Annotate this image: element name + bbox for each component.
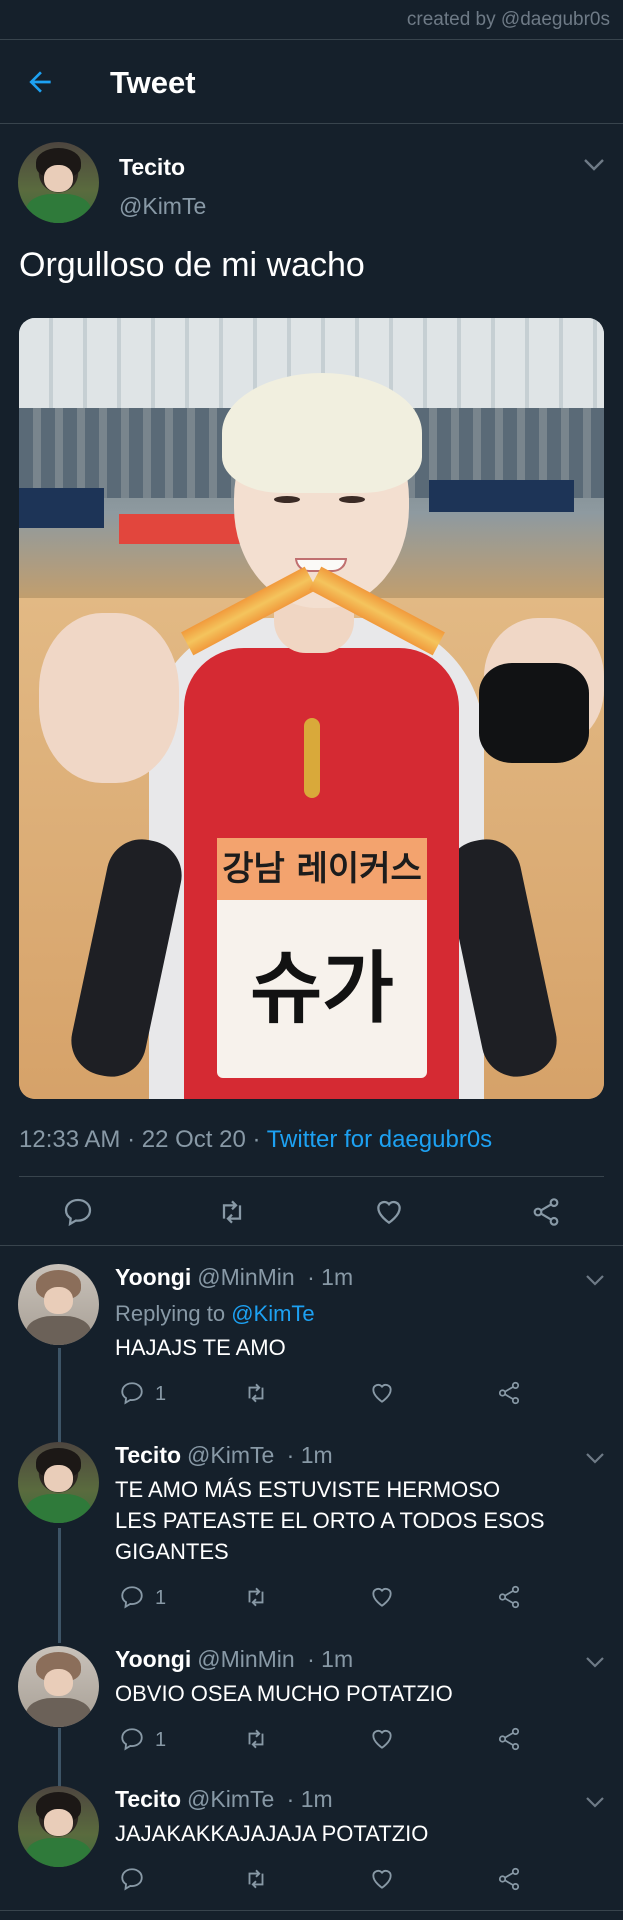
reply-time: · 1m <box>307 1264 354 1290</box>
author-name[interactable]: Tecito <box>115 1786 181 1812</box>
avatar[interactable] <box>18 1646 99 1727</box>
reply-author: Yoongi @MinMin · 1m <box>115 1646 353 1673</box>
avatar[interactable] <box>18 1442 99 1523</box>
divider <box>0 1910 623 1911</box>
jersey-bib: 강남 레이커스 슈가 <box>217 838 427 1078</box>
reply-author: Yoongi @MinMin · 1m <box>115 1264 353 1291</box>
avatar[interactable] <box>18 142 99 223</box>
speech-bubble-icon[interactable] <box>119 1380 145 1406</box>
reply-text-line: GIGANTES <box>115 1539 229 1564</box>
heart-icon[interactable] <box>369 1726 395 1752</box>
heart-icon[interactable] <box>369 1866 395 1892</box>
tweet-time: 12:33 AM <box>19 1126 121 1153</box>
retweet-icon[interactable] <box>243 1866 269 1892</box>
thread-line <box>58 1528 61 1643</box>
reply-text: HAJAJS TE AMO <box>115 1335 286 1360</box>
bib-team: 강남 레이커스 <box>217 838 427 900</box>
reply-text: OBVIO OSEA MUCHO POTATZIO <box>115 1681 453 1706</box>
meta-separator: · <box>252 1126 261 1153</box>
reply-actions: 1 <box>115 1380 535 1410</box>
replying-handle-link[interactable]: @KimTe <box>231 1301 314 1326</box>
reply-actions: 1 <box>115 1584 535 1614</box>
speech-bubble-icon[interactable] <box>119 1726 145 1752</box>
chevron-down-icon[interactable] <box>585 1656 605 1668</box>
chevron-down-icon[interactable] <box>583 158 605 172</box>
page-title: Tweet <box>110 65 196 100</box>
header-bar: Tweet <box>0 40 623 124</box>
replying-label: Replying to <box>115 1301 226 1326</box>
reply-time: · 1m <box>307 1646 354 1672</box>
retweet-icon[interactable] <box>243 1584 269 1610</box>
speech-bubble-icon[interactable] <box>119 1866 145 1892</box>
reply-actions: 1 <box>115 1726 535 1756</box>
author-name[interactable]: Tecito <box>115 1442 181 1468</box>
author-name[interactable]: Yoongi <box>115 1646 191 1672</box>
thread-line <box>58 1348 61 1448</box>
reply-actions <box>115 1866 535 1896</box>
share-icon[interactable] <box>496 1866 522 1892</box>
reply-text-line: LES PATEASTE EL ORTO A TODOS ESOS <box>115 1508 545 1533</box>
replying-to: Replying to @KimTe <box>115 1298 315 1329</box>
retweet-icon[interactable] <box>243 1380 269 1406</box>
author-name[interactable]: Yoongi <box>115 1264 191 1290</box>
chevron-down-icon[interactable] <box>585 1452 605 1464</box>
tweet-source-link[interactable]: Twitter for daegubr0s <box>267 1126 492 1153</box>
share-icon[interactable] <box>530 1196 562 1228</box>
reply-text: JAJAKAKKAJAJAJA POTATZIO <box>115 1821 429 1846</box>
tweet-text: Orgulloso de mi wacho <box>19 246 365 284</box>
share-icon[interactable] <box>496 1584 522 1610</box>
tweet-meta: 12:33 AM · 22 Oct 20 · Twitter for daegu… <box>19 1126 492 1154</box>
reply-time: · 1m <box>286 1442 333 1468</box>
speech-bubble-icon[interactable] <box>119 1584 145 1610</box>
meta-separator: · <box>127 1126 136 1153</box>
author-handle[interactable]: @MinMin <box>197 1646 294 1672</box>
heart-icon[interactable] <box>373 1196 405 1228</box>
speech-bubble-icon[interactable] <box>62 1196 94 1228</box>
share-icon[interactable] <box>496 1726 522 1752</box>
thread-line <box>58 1728 61 1788</box>
divider <box>19 1176 604 1177</box>
author-name[interactable]: Tecito <box>119 154 185 181</box>
tweet-actions <box>0 1178 623 1248</box>
retweet-icon[interactable] <box>216 1196 248 1228</box>
tweet-date: 22 Oct 20 <box>141 1126 246 1153</box>
heart-icon[interactable] <box>369 1380 395 1406</box>
reply-author: Tecito @KimTe · 1m <box>115 1442 333 1469</box>
retweet-icon[interactable] <box>243 1726 269 1752</box>
share-icon[interactable] <box>496 1380 522 1406</box>
avatar[interactable] <box>18 1786 99 1867</box>
author-handle[interactable]: @KimTe <box>187 1442 274 1468</box>
divider <box>0 1245 623 1246</box>
reply-author: Tecito @KimTe · 1m <box>115 1786 333 1813</box>
author-handle[interactable]: @KimTe <box>187 1786 274 1812</box>
chevron-down-icon[interactable] <box>585 1796 605 1808</box>
chevron-down-icon[interactable] <box>585 1274 605 1286</box>
author-handle[interactable]: @MinMin <box>197 1264 294 1290</box>
author-handle[interactable]: @KimTe <box>119 193 206 220</box>
reply-count: 1 <box>155 1729 167 1751</box>
reply-time: · 1m <box>286 1786 333 1812</box>
reply-count: 1 <box>155 1383 167 1405</box>
bib-name: 슈가 <box>250 944 394 1034</box>
arrow-left-icon[interactable] <box>24 66 56 98</box>
avatar[interactable] <box>18 1264 99 1345</box>
reply-text-line: TE AMO MÁS ESTUVISTE HERMOSO <box>115 1477 501 1502</box>
reply-count: 1 <box>155 1587 167 1609</box>
tweet-photo[interactable]: 강남 레이커스 슈가 <box>19 318 604 1099</box>
heart-icon[interactable] <box>369 1584 395 1610</box>
watermark: created by @daegubr0s <box>406 9 610 30</box>
